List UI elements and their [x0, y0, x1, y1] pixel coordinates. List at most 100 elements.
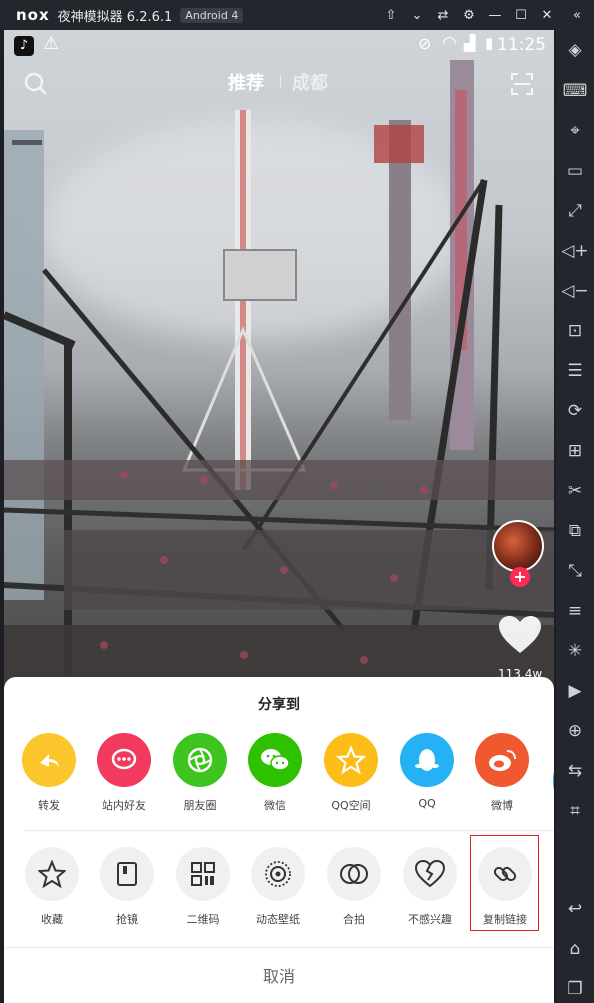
wechat-icon [248, 733, 302, 787]
share-friend-label: 站内好友 [102, 799, 146, 812]
chat-bubble-icon [97, 733, 151, 787]
emulator-toolbar: ◈ ⌨ ⌖ ▭ ⤢ ◁+ ◁− ⊡ ☰ ⟳ ⊞ ✂ ⧉ ⤡ ≡ ✳ ▶ ⊕ ⇆ … [556, 30, 594, 1003]
sync-icon[interactable]: ⇆ [556, 759, 594, 783]
share-qzone-label: QQ空间 [331, 799, 371, 812]
location-icon[interactable]: ⌖ [556, 119, 594, 143]
collapse-icon[interactable]: « [560, 8, 594, 23]
action-qr-code[interactable]: 二维码 [167, 847, 239, 927]
video-player[interactable] [4, 30, 554, 710]
frame-icon [100, 847, 154, 901]
copy-link-highlight [470, 835, 539, 931]
share-forward-label: 转发 [38, 799, 60, 812]
battery-icon: ▮ [485, 34, 494, 52]
expand-icon[interactable]: ⤡ [556, 559, 594, 583]
share-forward[interactable]: 转发 [13, 733, 85, 813]
phone-screen: ♪ ⚠ ⊘ ◠ ▟ ▮ 11:25 推荐 成都 + 113.4w 分享到 转发 … [4, 30, 554, 1003]
qzone-star-icon [324, 733, 378, 787]
tiktok-notification-icon: ♪ [14, 36, 34, 56]
star-icon [25, 847, 79, 901]
volume-down-icon[interactable]: ◁− [556, 279, 594, 303]
rotate-icon[interactable]: ◈ [556, 38, 594, 62]
action-grab-shot[interactable]: 抢镜 [91, 847, 163, 927]
share-friend[interactable]: 站内好友 [88, 733, 160, 813]
tab-recommended[interactable]: 推荐 [228, 69, 264, 95]
scissors-icon[interactable]: ✂ [556, 479, 594, 503]
tab-divider [280, 75, 281, 89]
moments-aperture-icon [173, 733, 227, 787]
pin-icon[interactable]: ⇧ [378, 8, 404, 23]
share-sheet-title: 分享到 [258, 697, 300, 713]
close-icon[interactable]: ✕ [534, 8, 560, 23]
action-wallpaper[interactable]: 动态壁纸 [242, 847, 314, 927]
loading-icon: ✳ [567, 641, 583, 661]
duet-icon [327, 847, 381, 901]
window-controls: ⇧ ⌄ ⇄ ⚙ — ☐ ✕ « [378, 0, 594, 30]
multi-instance-icon[interactable]: ☰ [556, 359, 594, 383]
screen-icon[interactable]: ▭ [556, 159, 594, 183]
menu-icon[interactable]: ≡ [556, 599, 594, 623]
keyboard-icon[interactable]: ⌨ [556, 79, 594, 103]
heart-icon[interactable] [498, 615, 542, 655]
action-not-interested-label: 不感兴趣 [408, 913, 452, 926]
wallpaper-icon [251, 847, 305, 901]
cancel-button[interactable]: 取消 [4, 948, 554, 1003]
weibo-icon [475, 733, 529, 787]
creator-avatar[interactable] [492, 520, 544, 572]
action-favorite[interactable]: 收藏 [16, 847, 88, 927]
recent-apps-icon[interactable]: ❐ [556, 977, 594, 1001]
target-icon[interactable]: ⌗ [556, 799, 594, 823]
back-icon[interactable]: ↩ [556, 897, 594, 921]
share-qq[interactable]: QQ [391, 733, 463, 810]
action-favorite-label: 收藏 [41, 913, 63, 926]
share-weibo-label: 微博 [491, 799, 513, 812]
wifi-icon: ◠ [442, 33, 457, 53]
nox-logo: nox [16, 6, 50, 24]
share-moments-label: 朋友圈 [183, 799, 217, 812]
share-qq-label: QQ [418, 797, 436, 810]
share-wechat-label: 微信 [264, 799, 286, 812]
share-sheet: 分享到 转发 站内好友 朋友圈 微信 QQ空间 QQ 微博 收藏 抢镜 二维码 … [4, 677, 554, 1003]
gear-icon[interactable]: ⚙ [456, 8, 482, 23]
search-icon[interactable] [24, 72, 48, 96]
mute-icon: ⊘ [418, 34, 432, 53]
status-bar: ♪ ⚠ ⊘ ◠ ▟ ▮ 11:25 [4, 30, 554, 60]
qq-penguin-icon [400, 733, 454, 787]
emulator-titlebar: nox 夜神模拟器 6.2.6.1 Android 4 ⇧ ⌄ ⇄ ⚙ — ☐ … [0, 0, 594, 30]
action-grab-shot-label: 抢镜 [116, 913, 138, 926]
android-version-badge: Android 4 [180, 7, 244, 23]
shake-icon[interactable]: ⟳ [556, 399, 594, 423]
signal-icon: ▟ [464, 34, 476, 52]
share-qzone[interactable]: QQ空间 [315, 733, 387, 813]
home-icon[interactable]: ⌂ [556, 937, 594, 961]
resize-icon[interactable]: ⧉ [556, 519, 594, 543]
share-wechat[interactable]: 微信 [239, 733, 311, 813]
screenshot-icon[interactable]: ⊡ [556, 319, 594, 343]
follow-button[interactable]: + [510, 567, 530, 587]
warning-icon: ⚠ [43, 33, 60, 54]
sheet-divider [24, 830, 554, 831]
fullscreen-icon[interactable]: ⤢ [556, 199, 594, 223]
action-duet[interactable]: 合拍 [318, 847, 390, 927]
broken-heart-icon [403, 847, 457, 901]
video-record-icon[interactable]: ▶ [556, 679, 594, 703]
action-qr-code-label: 二维码 [186, 913, 220, 926]
minimize-icon[interactable]: — [482, 8, 508, 23]
transfer-icon[interactable]: ⇄ [430, 8, 456, 23]
more-share-peek[interactable] [553, 767, 554, 795]
share-moments[interactable]: 朋友圈 [164, 733, 236, 813]
action-not-interested[interactable]: 不感兴趣 [394, 847, 466, 927]
emulator-title: 夜神模拟器 6.2.6.1 [57, 9, 173, 25]
apk-install-icon[interactable]: ⊞ [556, 439, 594, 463]
forward-icon [22, 733, 76, 787]
volume-up-icon[interactable]: ◁+ [556, 239, 594, 263]
macro-icon[interactable]: ⊕ [556, 719, 594, 743]
action-wallpaper-label: 动态壁纸 [256, 913, 300, 926]
share-weibo[interactable]: 微博 [466, 733, 538, 813]
scan-icon[interactable] [510, 72, 534, 96]
maximize-icon[interactable]: ☐ [508, 8, 534, 23]
tab-chengdu[interactable]: 成都 [292, 69, 328, 95]
chevron-down-icon[interactable]: ⌄ [404, 8, 430, 23]
action-duet-label: 合拍 [343, 913, 365, 926]
amusement-park-scene [4, 60, 554, 710]
qr-code-icon [176, 847, 230, 901]
